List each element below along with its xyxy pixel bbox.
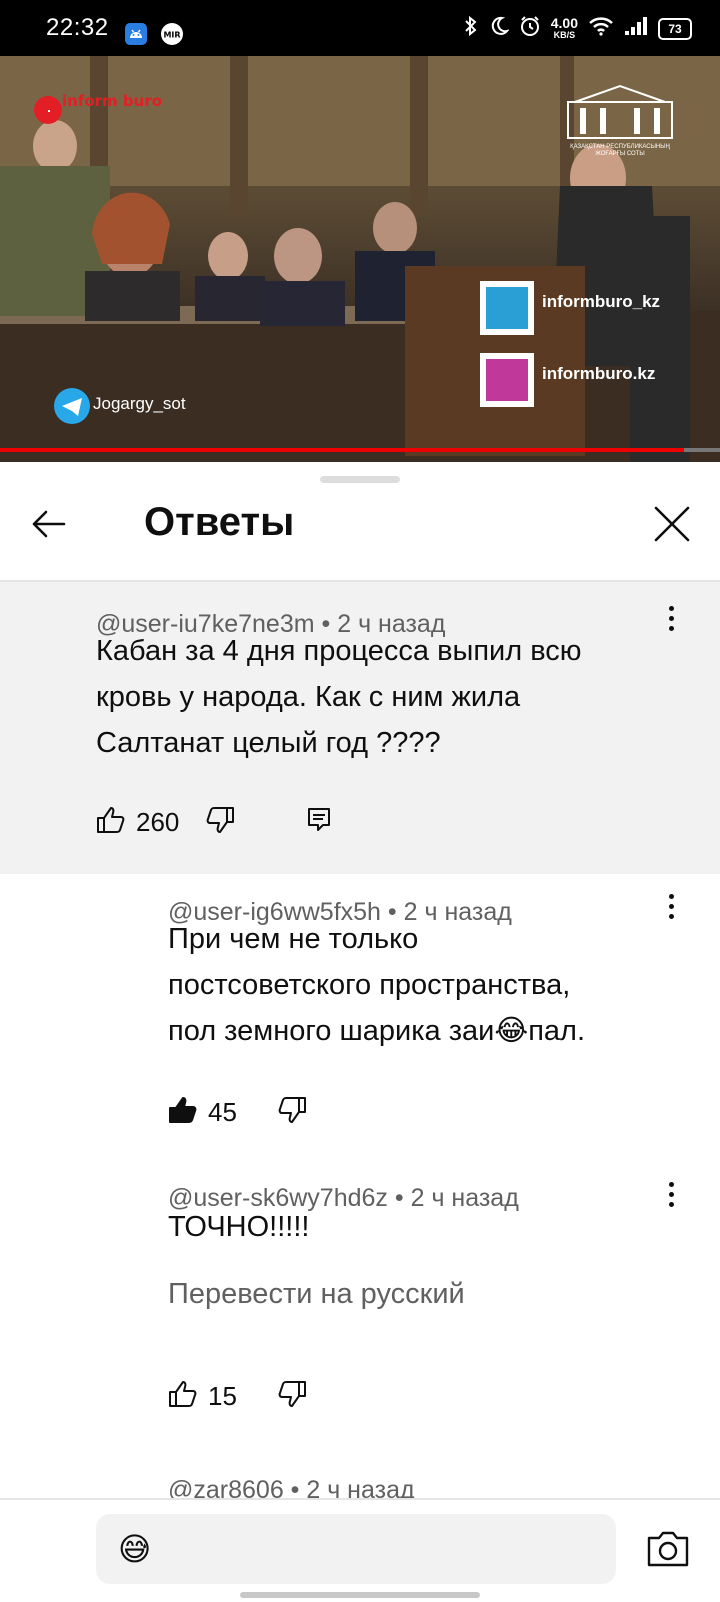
like-icon[interactable] (168, 1380, 198, 1413)
camera-icon[interactable] (646, 1530, 690, 1568)
replies-sheet: Ответы @user-iu7ke7ne3m • 2 ч назад Каба… (0, 462, 720, 1602)
reply-icon[interactable] (307, 807, 331, 838)
dislike-icon[interactable] (277, 1096, 307, 1129)
comment-text: ТОЧНО!!!!! (168, 1211, 310, 1243)
video-player[interactable]: inform buro informburo_kz informburo.kz … (0, 56, 720, 462)
comment-actions: 45 (168, 1096, 307, 1129)
dislike-icon[interactable] (205, 806, 235, 839)
like-icon[interactable] (96, 806, 126, 839)
sheet-title: Ответы (144, 500, 295, 544)
reply-comment-partial: @zar8606 • 2 ч назад (0, 1462, 720, 1498)
gesture-navbar[interactable] (240, 1592, 480, 1598)
comment-meta: @zar8606 • 2 ч назад (168, 1476, 415, 1498)
translate-link[interactable]: Перевести на русский (168, 1278, 465, 1311)
svg-text:MIR: MIR (163, 31, 180, 40)
video-progress-played[interactable] (0, 448, 684, 452)
qr-label-telegram: informburo_kz (542, 292, 661, 311)
more-vert-icon[interactable] (668, 894, 676, 924)
parent-comment: @user-iu7ke7ne3m • 2 ч назад Кабан за 4 … (0, 582, 720, 874)
reply-comment: @user-sk6wy7hd6z • 2 ч назад ТОЧНО!!!!! … (0, 1162, 720, 1462)
like-count: 15 (208, 1381, 237, 1411)
bluetooth-icon (463, 14, 479, 43)
reply-composer: 😅 (0, 1498, 720, 1602)
android-icon (124, 22, 148, 51)
sheet-drag-handle[interactable] (320, 476, 400, 483)
mir-icon: MIR (160, 22, 184, 51)
like-filled-icon[interactable] (168, 1096, 198, 1129)
comment-actions: 260 (96, 806, 331, 839)
alarm-icon (519, 15, 541, 42)
emoji-button[interactable]: 😅 (118, 1530, 151, 1568)
signal-icon (624, 16, 648, 41)
close-icon[interactable] (650, 502, 694, 546)
comment-time: 2 ч назад (410, 1184, 519, 1212)
wifi-icon (588, 16, 614, 41)
inform-logo-text: inform buro (62, 92, 162, 110)
comment-text: При чем не только постсоветского простра… (168, 923, 586, 1047)
comment-actions: 15 (168, 1380, 307, 1413)
comment-text: Кабан за 4 дня процесса выпил всю кровь … (96, 635, 582, 759)
reply-input[interactable]: 😅 (96, 1514, 616, 1584)
video-progress-remaining[interactable] (684, 448, 720, 452)
arrow-left-icon[interactable] (28, 502, 72, 546)
net-speed: 4.00 KB/S (550, 15, 578, 40)
telegram-handle: Jogargy_sot (93, 394, 186, 413)
more-vert-icon[interactable] (668, 1182, 676, 1212)
status-time: 22:32 (46, 14, 109, 41)
reply-comment: @user-ig6ww5fx5h • 2 ч назад При чем не … (0, 874, 720, 1162)
like-count: 260 (136, 807, 180, 837)
battery-icon: 73 (658, 17, 692, 40)
qr-label-instagram: informburo.kz (542, 364, 656, 383)
moon-icon (489, 15, 510, 42)
more-vert-icon[interactable] (668, 606, 676, 636)
court-emblem-text: ҚАЗАҚСТАН РЕСПУБЛИКАСЫНЫҢ ЖОҒАРҒЫ СОТЫ (570, 144, 670, 157)
status-bar: 22:32 MIR 4.00 KB/S 73 (0, 0, 720, 56)
like-count: 45 (208, 1097, 237, 1127)
dislike-icon[interactable] (277, 1380, 307, 1413)
